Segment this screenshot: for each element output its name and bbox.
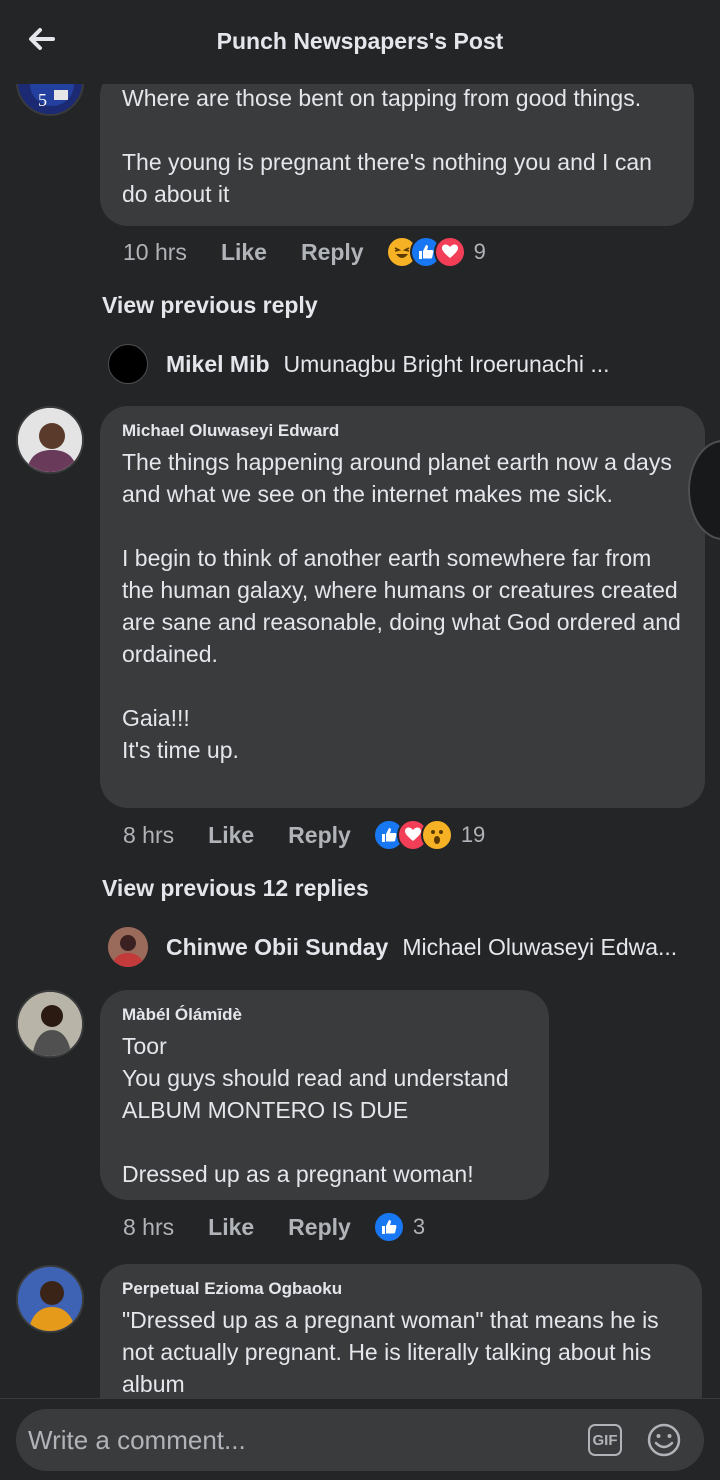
reply-author-name: Chinwe Obii Sunday <box>166 933 389 960</box>
comment-text: "Dressed up as a pregnant woman" that me… <box>122 1307 659 1397</box>
reactions-summary[interactable]: 3 <box>372 1211 426 1243</box>
svg-text:5: 5 <box>38 90 47 110</box>
comment-actions: 8 hrs Like Reply 3 <box>123 1211 425 1243</box>
reply-preview[interactable]: Mikel Mib Umunagbu Bright Iroerunachi ..… <box>108 344 610 384</box>
person-avatar-icon <box>18 1267 82 1331</box>
comment-text: Toor You guys should read and understand… <box>122 1033 509 1187</box>
reaction-count: 19 <box>460 822 486 847</box>
comment-time: 8 hrs <box>123 1213 175 1240</box>
comment-actions: 8 hrs Like Reply 19 <box>123 819 485 851</box>
reactions-summary[interactable]: 19 <box>372 819 486 851</box>
reactions-summary[interactable]: 9 <box>385 236 486 268</box>
comment-bubble: Where are those bent on tapping from goo… <box>100 68 694 226</box>
comment-actions: 10 hrs Like Reply 9 <box>123 236 486 268</box>
like-button[interactable]: Like <box>221 239 267 266</box>
like-reaction-icon <box>372 1211 405 1243</box>
reply-button[interactable]: Reply <box>301 239 364 266</box>
comment-bubble: Perpetual Ezioma Ogbaoku "Dressed up as … <box>100 1264 702 1398</box>
comment-composer: GIF <box>16 1409 704 1471</box>
comment-composer-bar: GIF <box>0 1398 720 1480</box>
comment-time: 10 hrs <box>123 238 187 265</box>
reply-avatar <box>108 927 148 967</box>
gif-button[interactable]: GIF <box>588 1424 622 1456</box>
reply-button[interactable]: Reply <box>288 822 351 849</box>
reaction-count: 9 <box>473 239 486 264</box>
like-button[interactable]: Like <box>208 822 254 849</box>
reply-snippet: Michael Oluwaseyi Edwa... <box>402 933 678 960</box>
view-previous-replies-link[interactable]: View previous 12 replies <box>102 875 369 902</box>
comment-bubble: Michael Oluwaseyi Edward The things happ… <box>100 406 705 808</box>
comment-author[interactable]: Perpetual Ezioma Ogbaoku <box>122 1278 680 1300</box>
comment-time: 8 hrs <box>123 821 175 848</box>
comment-text: Where are those bent on tapping from goo… <box>122 85 652 207</box>
commenter-avatar[interactable] <box>16 406 84 474</box>
person-avatar-icon <box>18 408 82 472</box>
love-reaction-icon <box>433 236 466 268</box>
person-avatar-icon <box>18 992 82 1056</box>
reply-preview[interactable]: Chinwe Obii Sunday Michael Oluwaseyi Edw… <box>108 927 677 967</box>
comment-input[interactable] <box>28 1424 568 1456</box>
comment-bubble: Màbél Ólámīdè Toor You guys should read … <box>100 990 549 1200</box>
top-bar: Punch Newspapers's Post <box>0 0 720 84</box>
view-previous-reply-link[interactable]: View previous reply <box>102 292 318 319</box>
comment-thread: 5 Where are those bent on tapping from g… <box>0 0 720 1398</box>
page-title: Punch Newspapers's Post <box>216 28 504 54</box>
comment-author[interactable]: Màbél Ólámīdè <box>122 1004 527 1026</box>
reply-button[interactable]: Reply <box>288 1214 351 1241</box>
wow-reaction-icon <box>420 819 453 851</box>
commenter-avatar[interactable] <box>16 990 84 1058</box>
commenter-avatar[interactable] <box>16 1265 84 1333</box>
emoji-button[interactable] <box>646 1422 682 1458</box>
comment-text: The things happening around planet earth… <box>122 449 681 763</box>
reaction-count: 3 <box>412 1214 426 1239</box>
reply-author-name: Mikel Mib <box>166 350 270 377</box>
smiley-icon <box>647 1423 681 1457</box>
reply-avatar <box>108 344 148 384</box>
like-button[interactable]: Like <box>208 1214 254 1241</box>
reply-snippet: Umunagbu Bright Iroerunachi ... <box>283 350 610 377</box>
comment-author[interactable]: Michael Oluwaseyi Edward <box>122 420 683 442</box>
